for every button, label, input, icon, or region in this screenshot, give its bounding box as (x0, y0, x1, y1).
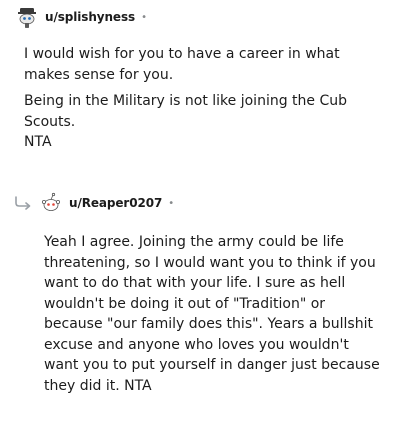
username-link[interactable]: u/Reaper0207 (69, 196, 162, 210)
comment-body: I would wish for you to have a career in… (24, 44, 384, 153)
comment-header: u/splishyness • (16, 4, 386, 30)
reply-comment: u/Reaper0207 • Yeah I agree. Joining the… (14, 190, 386, 396)
comment-header: u/Reaper0207 • (14, 190, 386, 216)
comment-paragraph: I would wish for you to have a career in… (24, 46, 340, 83)
reply-arrow-icon (15, 196, 31, 210)
comment-paragraph: NTA (24, 134, 52, 150)
separator-dot: • (141, 11, 147, 23)
username-link[interactable]: u/splishyness (45, 10, 135, 24)
comment-paragraph: Being in the Military is not like joinin… (24, 93, 348, 130)
separator-dot: • (168, 197, 175, 209)
comment-body: Yeah I agree. Joining the army could be … (44, 232, 384, 396)
snoo-avatar-icon[interactable] (16, 6, 38, 28)
snoo-avatar-icon[interactable] (40, 192, 62, 214)
comment: u/splishyness • I would wish for you to … (16, 4, 386, 153)
comment-paragraph: Yeah I agree. Joining the army could be … (44, 234, 380, 394)
